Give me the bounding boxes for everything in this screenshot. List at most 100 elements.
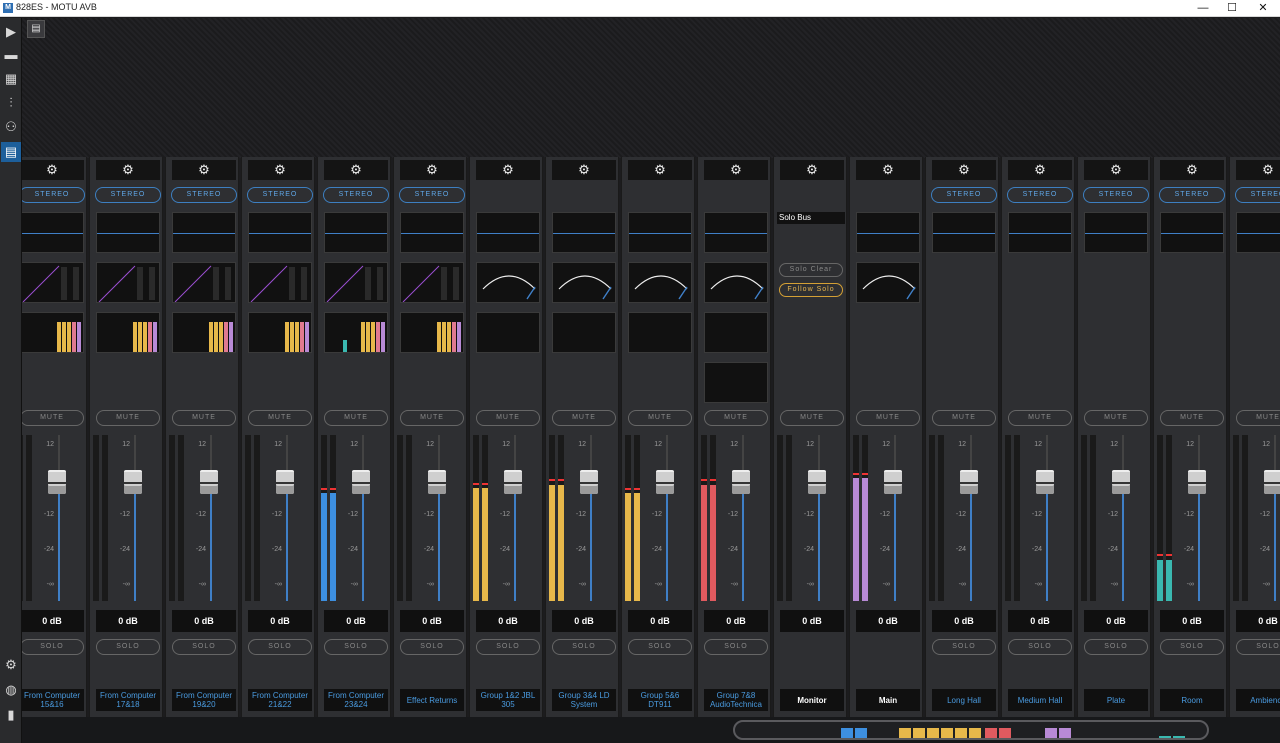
compressor-gauge[interactable] bbox=[476, 262, 540, 303]
follow-solo-button[interactable]: Follow Solo bbox=[779, 283, 843, 297]
channel-name[interactable]: From Computer 21&22 bbox=[248, 689, 312, 711]
mute-button[interactable]: MUTE bbox=[476, 410, 540, 426]
mute-button[interactable]: MUTE bbox=[780, 410, 844, 426]
solo-clear-button[interactable]: Solo Clear bbox=[779, 263, 843, 277]
level-readout[interactable]: 0 dB bbox=[704, 610, 768, 632]
channel-name[interactable]: From Computer 19&20 bbox=[172, 689, 236, 711]
mute-button[interactable]: MUTE bbox=[1008, 410, 1072, 426]
mute-button[interactable]: MUTE bbox=[552, 410, 616, 426]
eq-display[interactable] bbox=[96, 212, 160, 253]
level-readout[interactable]: 0 dB bbox=[1236, 610, 1280, 632]
eq-display[interactable] bbox=[324, 212, 388, 253]
eq-display[interactable] bbox=[932, 212, 996, 253]
routing-grid-icon[interactable]: ▦ bbox=[1, 69, 21, 89]
dynamics-display[interactable] bbox=[400, 262, 464, 303]
fader-handle[interactable] bbox=[1264, 470, 1280, 494]
settings-icon[interactable]: ⚙ bbox=[1, 655, 21, 675]
channel-name[interactable]: Long Hall bbox=[932, 689, 996, 711]
level-readout[interactable]: 0 dB bbox=[248, 610, 312, 632]
solo-button[interactable]: SOLO bbox=[932, 639, 996, 655]
solo-button[interactable]: SOLO bbox=[400, 639, 464, 655]
eq-display[interactable] bbox=[1008, 212, 1072, 253]
stereo-button[interactable]: STEREO bbox=[1007, 187, 1073, 203]
mute-button[interactable]: MUTE bbox=[932, 410, 996, 426]
aux-sends-display[interactable] bbox=[324, 312, 388, 353]
mute-button[interactable]: MUTE bbox=[400, 410, 464, 426]
eq-display[interactable] bbox=[704, 212, 768, 253]
solo-button[interactable]: SOLO bbox=[96, 639, 160, 655]
solo-button[interactable]: SOLO bbox=[324, 639, 388, 655]
fader-handle[interactable] bbox=[960, 470, 978, 494]
level-readout[interactable]: 0 dB bbox=[96, 610, 160, 632]
solo-button[interactable]: SOLO bbox=[552, 639, 616, 655]
aux-sends-display[interactable] bbox=[172, 312, 236, 353]
level-readout[interactable]: 0 dB bbox=[172, 610, 236, 632]
gear-icon[interactable]: ⚙ bbox=[552, 160, 616, 180]
aux-display[interactable] bbox=[704, 312, 768, 353]
stereo-button[interactable]: STEREO bbox=[22, 187, 85, 203]
aux-sends-display[interactable] bbox=[22, 312, 84, 353]
level-readout[interactable]: 0 dB bbox=[932, 610, 996, 632]
eq-display[interactable] bbox=[476, 212, 540, 253]
eq-display[interactable] bbox=[1236, 212, 1280, 253]
channel-name[interactable]: From Computer 15&16 bbox=[22, 689, 84, 711]
channel-name[interactable]: Effect Returns bbox=[400, 689, 464, 711]
fader-handle[interactable] bbox=[1036, 470, 1054, 494]
channel-name[interactable]: Group 7&8 AudioTechnica bbox=[704, 689, 768, 711]
gear-icon[interactable]: ⚙ bbox=[400, 160, 464, 180]
fader-handle[interactable] bbox=[352, 470, 370, 494]
level-readout[interactable]: 0 dB bbox=[400, 610, 464, 632]
channel-name[interactable]: Group 1&2 JBL 305 bbox=[476, 689, 540, 711]
level-readout[interactable]: 0 dB bbox=[856, 610, 920, 632]
gear-icon[interactable]: ⚙ bbox=[1236, 160, 1280, 180]
gear-icon[interactable]: ⚙ bbox=[628, 160, 692, 180]
level-readout[interactable]: 0 dB bbox=[1008, 610, 1072, 632]
solo-button[interactable]: SOLO bbox=[1160, 639, 1224, 655]
channel-name[interactable]: Group 5&6 DT911 bbox=[628, 689, 692, 711]
fader-handle[interactable] bbox=[808, 470, 826, 494]
mute-button[interactable]: MUTE bbox=[704, 410, 768, 426]
level-readout[interactable]: 0 dB bbox=[628, 610, 692, 632]
fader-handle[interactable] bbox=[1112, 470, 1130, 494]
gear-icon[interactable]: ⚙ bbox=[932, 160, 996, 180]
stereo-button[interactable]: STEREO bbox=[1235, 187, 1280, 203]
mute-button[interactable]: MUTE bbox=[1084, 410, 1148, 426]
channel-name[interactable]: Plate bbox=[1084, 689, 1148, 711]
fader-handle[interactable] bbox=[580, 470, 598, 494]
stereo-button[interactable]: STEREO bbox=[399, 187, 465, 203]
stereo-button[interactable]: STEREO bbox=[171, 187, 237, 203]
eq-display[interactable] bbox=[172, 212, 236, 253]
channel-name[interactable]: Group 3&4 LD System bbox=[552, 689, 616, 711]
fader-handle[interactable] bbox=[124, 470, 142, 494]
gear-icon[interactable]: ⚙ bbox=[96, 160, 160, 180]
mute-button[interactable]: MUTE bbox=[96, 410, 160, 426]
solo-button[interactable]: SOLO bbox=[628, 639, 692, 655]
stereo-button[interactable]: STEREO bbox=[323, 187, 389, 203]
mute-button[interactable]: MUTE bbox=[1160, 410, 1224, 426]
channel-overview-scroller[interactable] bbox=[733, 720, 1209, 740]
stereo-button[interactable]: STEREO bbox=[247, 187, 313, 203]
compressor-gauge[interactable] bbox=[628, 262, 692, 303]
eq-display[interactable] bbox=[1084, 212, 1148, 253]
fader-handle[interactable] bbox=[504, 470, 522, 494]
level-readout[interactable]: 0 dB bbox=[324, 610, 388, 632]
gear-icon[interactable]: ⚙ bbox=[1008, 160, 1072, 180]
solo-button[interactable]: SOLO bbox=[1236, 639, 1280, 655]
eq-display[interactable] bbox=[248, 212, 312, 253]
fader-handle[interactable] bbox=[276, 470, 294, 494]
mute-button[interactable]: MUTE bbox=[172, 410, 236, 426]
channel-name[interactable]: Medium Hall bbox=[1008, 689, 1072, 711]
gear-icon[interactable]: ⚙ bbox=[22, 160, 84, 180]
aux-display[interactable] bbox=[552, 312, 616, 353]
aux-display[interactable] bbox=[628, 312, 692, 353]
gear-icon[interactable]: ⚙ bbox=[324, 160, 388, 180]
gear-icon[interactable]: ⚙ bbox=[248, 160, 312, 180]
compressor-gauge[interactable] bbox=[552, 262, 616, 303]
channel-name[interactable]: Monitor bbox=[780, 689, 844, 711]
solo-button[interactable]: SOLO bbox=[22, 639, 84, 655]
people-icon[interactable]: ⚇ bbox=[1, 117, 21, 137]
stereo-button[interactable]: STEREO bbox=[1159, 187, 1225, 203]
mute-button[interactable]: MUTE bbox=[22, 410, 84, 426]
meters-icon[interactable]: ▤ bbox=[1, 142, 21, 162]
mute-button[interactable]: MUTE bbox=[324, 410, 388, 426]
